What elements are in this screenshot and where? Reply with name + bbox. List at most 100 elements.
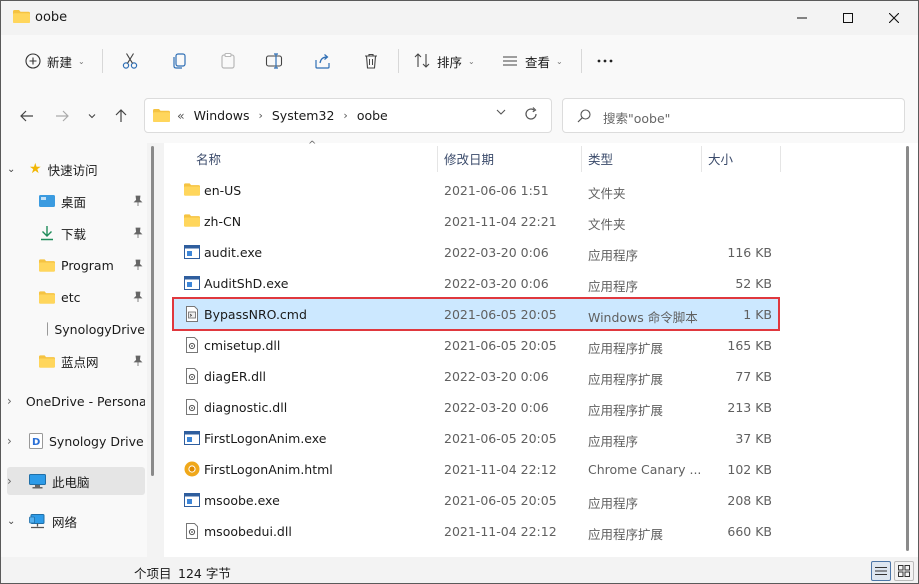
column-header-type[interactable]: 类型	[588, 143, 613, 173]
close-button[interactable]	[871, 1, 917, 35]
cut-button[interactable]	[121, 45, 139, 77]
chevron-right-icon[interactable]: ›	[7, 434, 21, 448]
breadcrumb-overflow[interactable]: «	[177, 108, 185, 123]
paste-button[interactable]	[219, 45, 237, 77]
file-row[interactable]: diagER.dll 2022-03-20 0:06 应用程序扩展 77 KB	[174, 361, 778, 391]
folder-icon	[39, 354, 55, 368]
sidebar-item-network[interactable]: ⌄ 网络	[7, 507, 145, 535]
folder-icon	[153, 109, 170, 122]
dll-icon	[184, 337, 200, 353]
share-button[interactable]	[314, 45, 332, 77]
chevron-down-icon[interactable]: ⌄	[7, 164, 21, 175]
chevron-right-icon[interactable]: ›	[7, 474, 21, 488]
file-row[interactable]: msoobe.exe 2021-06-05 20:05 应用程序 208 KB	[174, 485, 778, 515]
search-placeholder: 搜索"oobe"	[603, 111, 671, 126]
view-icon	[503, 56, 517, 66]
sort-button[interactable]: 排序 ⌄	[413, 45, 475, 77]
file-row[interactable]: audit.exe 2022-03-20 0:06 应用程序 116 KB	[174, 237, 778, 267]
toolbar-divider	[581, 49, 582, 73]
column-header-date[interactable]: 修改日期	[444, 143, 494, 173]
copy-button[interactable]	[171, 45, 189, 77]
address-dropdown-button[interactable]	[495, 106, 507, 121]
file-date: 2021-06-05 20:05	[444, 338, 557, 353]
chevron-right-icon[interactable]: ›	[7, 394, 12, 408]
file-type: 应用程序扩展	[588, 341, 664, 356]
maximize-button[interactable]	[825, 1, 871, 35]
sort-ascending-icon: ^	[308, 140, 317, 151]
file-row[interactable]: en-US 2021-06-06 1:51 文件夹	[174, 175, 778, 205]
breadcrumb-windows[interactable]: Windows	[194, 108, 250, 123]
back-button[interactable]	[16, 105, 38, 127]
chevron-right-icon[interactable]: ›	[343, 109, 347, 122]
sidebar-item-desktop[interactable]: 桌面	[7, 187, 145, 215]
refresh-icon	[525, 107, 537, 120]
sidebar-item-this-pc[interactable]: › 此电脑	[7, 467, 145, 495]
column-divider[interactable]	[701, 146, 702, 172]
forward-arrow-icon	[56, 110, 69, 122]
file-list-scrollbar[interactable]	[906, 146, 909, 551]
search-box[interactable]: 搜索"oobe"	[562, 98, 905, 133]
sidebar-item-downloads[interactable]: 下载	[7, 219, 145, 247]
sidebar-item-etc[interactable]: etc	[7, 283, 145, 311]
file-row[interactable]: zh-CN 2021-11-04 22:21 文件夹	[174, 206, 778, 236]
sidebar-item-onedrive[interactable]: › OneDrive - Personal	[7, 387, 145, 415]
chevron-right-icon[interactable]: ›	[258, 109, 262, 122]
chevron-down-icon: ⌄	[78, 56, 85, 66]
column-name-label: 名称	[196, 151, 222, 167]
file-row[interactable]: AuditShD.exe 2022-03-20 0:06 应用程序 52 KB	[174, 268, 778, 298]
column-type-label: 类型	[588, 151, 614, 167]
refresh-button[interactable]	[524, 107, 538, 124]
rename-button[interactable]	[265, 45, 283, 77]
sidebar-label: 此电脑	[52, 474, 90, 490]
file-row[interactable]: BypassNRO.cmd 2021-06-05 20:05 Windows 命令脚…	[172, 297, 780, 331]
sidebar-item-quick-access[interactable]: ⌄ ★ 快速访问	[7, 155, 145, 183]
breadcrumb-system32[interactable]: System32	[272, 108, 335, 123]
file-list: 名称 ^ 修改日期 类型 大小 en-US 2021-06-06 1:51 文件夹 z…	[164, 140, 918, 557]
column-divider[interactable]	[780, 146, 781, 172]
sidebar-item-synology-drive[interactable]: › D Synology Drive	[7, 427, 145, 455]
file-name: audit.exe	[204, 245, 263, 260]
file-type: Windows 命令脚本	[588, 310, 698, 325]
new-button[interactable]: 新建 ⌄	[25, 45, 85, 77]
file-row[interactable]: msoobedui.dll 2021-11-04 22:12 应用程序扩展 660 K…	[174, 516, 778, 546]
status-bar: 个项目 124 字节	[1, 557, 918, 583]
column-divider[interactable]	[437, 146, 438, 172]
file-name: FirstLogonAnim.html	[204, 462, 333, 477]
breadcrumb-oobe[interactable]: oobe	[357, 108, 388, 123]
chevron-down-icon	[496, 109, 506, 115]
column-header-size[interactable]: 大小	[708, 143, 733, 173]
file-row[interactable]: FirstLogonAnim.exe 2021-06-05 20:05 应用程序 37…	[174, 423, 778, 453]
sidebar-scrollbar[interactable]	[151, 146, 154, 476]
tiles-view-button[interactable]	[894, 561, 914, 581]
up-button[interactable]	[110, 105, 132, 127]
file-date: 2022-03-20 0:06	[444, 245, 549, 260]
more-options-button[interactable]	[596, 45, 614, 77]
minimize-button[interactable]	[779, 1, 825, 35]
file-size: 208 KB	[727, 493, 772, 508]
file-row[interactable]: FirstLogonAnim.html 2021-11-04 22:12 Chrom…	[174, 454, 778, 484]
sidebar-item-synologydrive[interactable]: D SynologyDrive	[7, 315, 145, 343]
column-divider[interactable]	[581, 146, 582, 172]
recent-locations-button[interactable]	[81, 105, 103, 127]
details-view-button[interactable]	[871, 561, 891, 581]
sidebar-item-program[interactable]: Program	[7, 251, 145, 279]
file-row[interactable]: diagnostic.dll 2022-03-20 0:06 应用程序扩展 213 K…	[174, 392, 778, 422]
window-title: oobe	[35, 10, 68, 25]
paste-icon	[221, 52, 235, 69]
view-button[interactable]: 查看 ⌄	[501, 45, 563, 77]
address-bar[interactable]: « Windows › System32 › oobe	[144, 98, 552, 133]
sidebar-item-landian[interactable]: 蓝点网	[7, 347, 145, 375]
synology-drive-icon: D	[29, 433, 43, 449]
more-icon	[597, 59, 613, 63]
file-type: 应用程序	[588, 279, 639, 294]
column-header-name[interactable]: 名称	[196, 143, 221, 173]
delete-button[interactable]	[362, 45, 380, 77]
file-explorer-window: oobe 新建 ⌄ 排序 ⌄ 查看 ⌄ « Windows › System32…	[0, 0, 919, 584]
file-row[interactable]: cmisetup.dll 2021-06-05 20:05 应用程序扩展 165 KB	[174, 330, 778, 360]
file-name: cmisetup.dll	[204, 338, 281, 353]
pin-icon	[133, 227, 143, 242]
chevron-down-icon[interactable]: ⌄	[7, 516, 21, 527]
dll-icon	[184, 399, 200, 415]
forward-button[interactable]	[51, 105, 73, 127]
minimize-icon	[797, 17, 807, 19]
